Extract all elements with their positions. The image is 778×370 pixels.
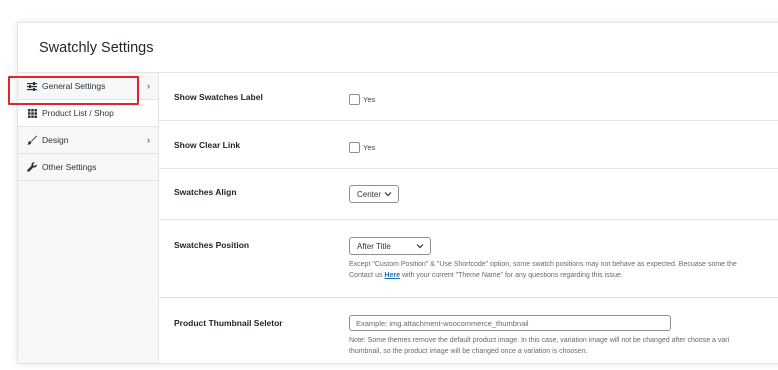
setting-row-show-swatches-label: Show Swatches Label Yes bbox=[159, 73, 778, 121]
select-value: Center bbox=[357, 189, 382, 199]
setting-row-swatches-align: Swatches Align Center bbox=[159, 168, 778, 220]
description-line: Note: Some themes remove the default pro… bbox=[349, 337, 730, 344]
description-text: Contact us bbox=[349, 271, 385, 279]
input-placeholder: Example: img.attachment-woocommerce_thum… bbox=[356, 318, 529, 328]
sidebar-item-label: Product List / Shop bbox=[42, 108, 114, 118]
sidebar-item-other-settings[interactable]: Other Settings bbox=[18, 154, 158, 181]
setting-label: Swatches Position bbox=[174, 240, 250, 250]
settings-sidebar: General Settings › Product List / Shop D… bbox=[18, 73, 159, 363]
sidebar-item-label: Other Settings bbox=[42, 162, 97, 172]
sidebar-item-design[interactable]: Design › bbox=[18, 127, 158, 154]
checkbox-label: Yes bbox=[363, 95, 376, 104]
chevron-down-icon bbox=[384, 190, 392, 200]
show-clear-link-checkbox[interactable] bbox=[349, 142, 360, 153]
sidebar-item-label: Design bbox=[42, 135, 69, 145]
swatches-align-select[interactable]: Center bbox=[349, 185, 399, 203]
wrench-icon bbox=[27, 162, 37, 172]
description-line: thumbnail, so the product image will be … bbox=[349, 347, 588, 355]
settings-header: Swatchly Settings bbox=[18, 23, 778, 73]
settings-content: Show Swatches Label Yes Show Clear Link … bbox=[159, 73, 778, 363]
description-text: with your current "Theme Name" for any q… bbox=[400, 271, 623, 279]
description-line: Contact us Here with your current "Theme… bbox=[349, 271, 737, 282]
product-thumbnail-description: Note: Some themes remove the default pro… bbox=[349, 336, 729, 357]
setting-row-product-thumbnail-selector: Product Thumbnail Seletor Example: img.a… bbox=[159, 297, 778, 363]
description-line: Except "Custom Position" & "Use Shortcod… bbox=[349, 261, 737, 268]
swatches-position-select[interactable]: After Title bbox=[349, 237, 431, 255]
brush-icon bbox=[27, 135, 37, 145]
select-value: After Title bbox=[357, 241, 391, 251]
show-swatches-label-checkbox[interactable] bbox=[349, 94, 360, 105]
setting-row-swatches-position: Swatches Position After Title Except "Cu… bbox=[159, 219, 778, 298]
page-title: Swatchly Settings bbox=[39, 39, 154, 56]
setting-row-show-clear-link: Show Clear Link Yes bbox=[159, 120, 778, 169]
grid-icon bbox=[27, 108, 37, 118]
product-thumbnail-selector-input[interactable]: Example: img.attachment-woocommerce_thum… bbox=[349, 315, 671, 331]
setting-label: Product Thumbnail Seletor bbox=[174, 318, 283, 328]
chevron-right-icon: › bbox=[147, 135, 150, 145]
settings-panel: Swatchly Settings General Settings › Pro… bbox=[17, 22, 778, 364]
chevron-down-icon bbox=[416, 242, 424, 252]
checkbox-label: Yes bbox=[363, 143, 376, 152]
highlight-box bbox=[8, 76, 139, 105]
contact-here-link[interactable]: Here bbox=[384, 272, 400, 279]
setting-label: Show Swatches Label bbox=[174, 92, 263, 102]
swatches-position-description: Except "Custom Position" & "Use Shortcod… bbox=[349, 260, 737, 281]
setting-label: Show Clear Link bbox=[174, 140, 241, 150]
setting-label: Swatches Align bbox=[174, 187, 237, 197]
chevron-right-icon: › bbox=[147, 81, 150, 91]
